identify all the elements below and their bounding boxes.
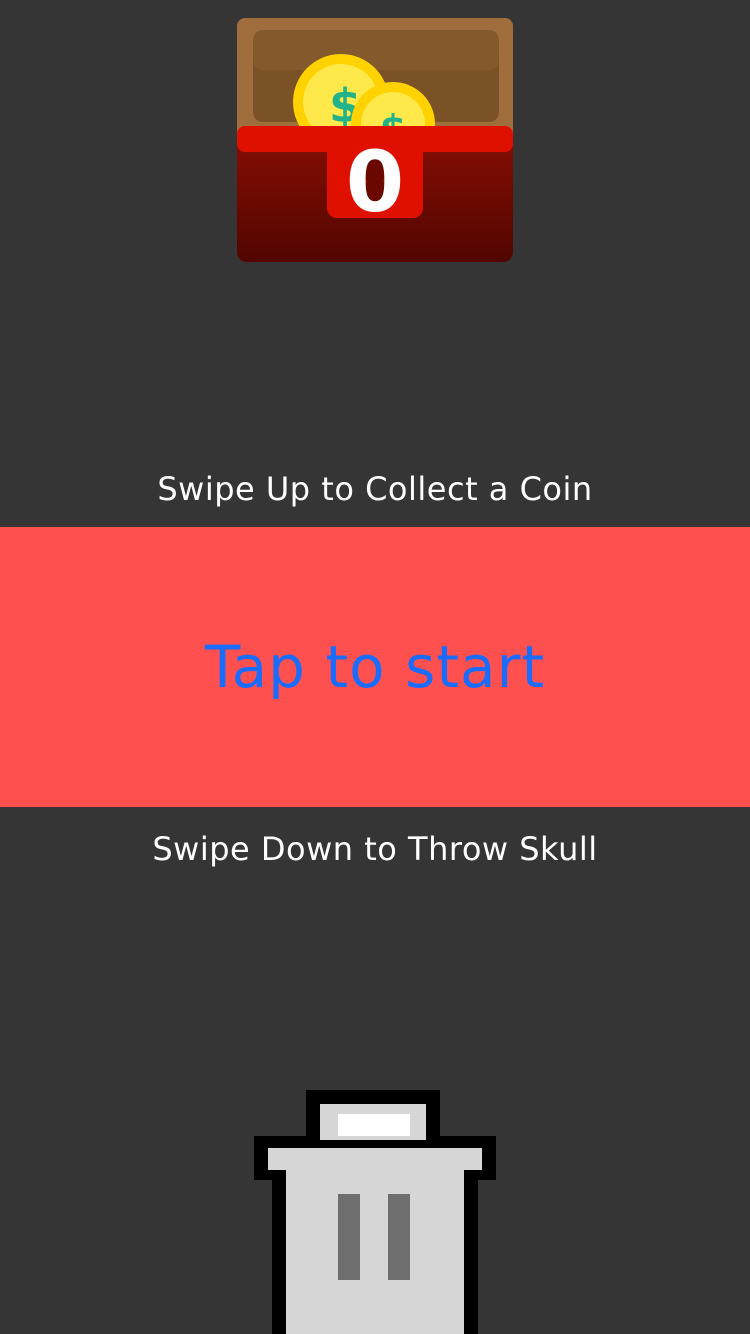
trash-can-icon — [254, 1090, 496, 1334]
game-screen[interactable]: $ $ 0 Swipe Up to Collect a — [0, 0, 750, 1334]
coin-score: 0 — [345, 133, 405, 231]
start-label: Tap to start — [204, 633, 546, 701]
start-button[interactable]: Tap to start — [0, 527, 750, 807]
swipe-down-hint: Swipe Down to Throw Skull — [152, 830, 598, 868]
swipe-up-hint: Swipe Up to Collect a Coin — [157, 470, 593, 508]
